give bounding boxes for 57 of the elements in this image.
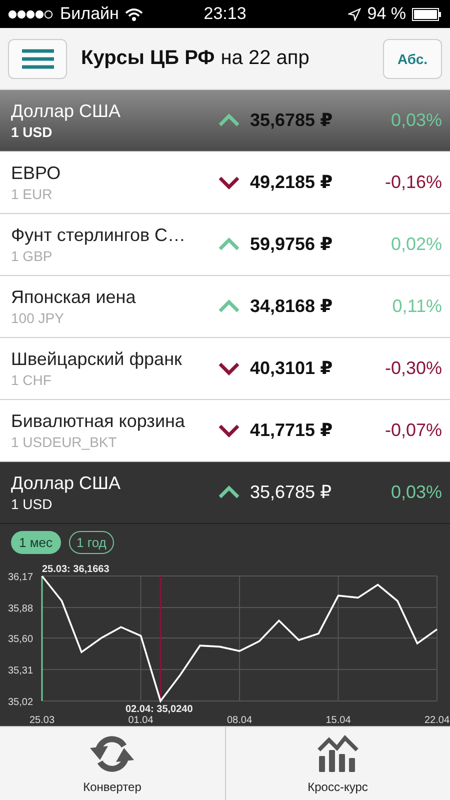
currency-unit: 1 EUR xyxy=(11,186,54,202)
rate-value: 35,6785 ₽ xyxy=(249,110,334,131)
y-tick-label: 35,60 xyxy=(8,634,34,645)
signal-icon xyxy=(8,10,54,18)
period-tab[interactable]: 1 мес xyxy=(11,530,61,554)
currency-name: Доллар США xyxy=(11,101,122,122)
currency-unit: 1 CHF xyxy=(11,372,52,388)
y-tick-label: 35,02 xyxy=(8,697,34,708)
currency-name: ЕВРО xyxy=(11,163,62,184)
absolute-toggle-button[interactable]: Абс. xyxy=(383,38,442,78)
x-tick-label: 08.04 xyxy=(226,715,252,726)
x-tick-label: 15.04 xyxy=(326,715,351,726)
menu-icon xyxy=(22,48,54,68)
currency-name: Японская иена xyxy=(11,287,137,308)
x-tick-label: 01.04 xyxy=(128,715,154,726)
rate-change: 0,03% xyxy=(390,110,442,131)
rate-value: 35,6785 ₽ xyxy=(249,482,333,503)
wifi-icon xyxy=(124,8,143,20)
currency-name: Фунт стерлингов С… xyxy=(11,225,187,246)
screen-title: Курсы ЦБ РФ xyxy=(81,47,215,70)
y-tick-label: 35,88 xyxy=(8,604,34,615)
currency-unit: 1 GBP xyxy=(11,248,54,264)
y-tick-label: 36,17 xyxy=(8,572,34,583)
menu-button[interactable] xyxy=(8,38,67,78)
rate-value: 41,7715 ₽ xyxy=(249,420,334,441)
period-tab[interactable]: 1 год xyxy=(68,530,114,554)
rate-change: 0,02% xyxy=(390,234,442,255)
rate-change: -0,07% xyxy=(384,420,442,441)
rate-change: 0,11% xyxy=(391,296,442,317)
refresh-icon xyxy=(88,734,136,774)
x-tick-label: 22.04 xyxy=(424,715,450,726)
currency-name: Доллар США xyxy=(11,473,122,494)
currency-unit: 100 JPY xyxy=(11,310,65,326)
rate-value: 34,8168 ₽ xyxy=(249,296,334,317)
point-label: 02.04: 35,0240 xyxy=(126,704,193,715)
point-label: 25.03: 36,1663 xyxy=(42,564,110,575)
rate-value: 49,2185 ₽ xyxy=(249,172,334,193)
clock: 23:13 xyxy=(204,4,246,24)
currency-unit: 1 USDEUR_BKT xyxy=(11,434,118,450)
y-tick-label: 35,31 xyxy=(8,665,34,676)
battery-percent: 94 % xyxy=(367,4,406,24)
x-tick-label: 25.03 xyxy=(29,715,55,726)
currency-unit: 1 USD xyxy=(11,496,54,512)
rate-change: -0,16% xyxy=(384,172,442,193)
currency-unit: 1 USD xyxy=(11,124,54,140)
rate-value: 40,3101 ₽ xyxy=(249,358,334,379)
rate-change: 0,03% xyxy=(390,482,442,503)
location-icon xyxy=(348,8,362,20)
rate-value: 59,9756 ₽ xyxy=(249,234,334,255)
carrier-name: Билайн xyxy=(60,4,119,24)
rate-change: -0,30% xyxy=(384,358,442,379)
battery-icon xyxy=(412,8,442,20)
rate-row[interactable]: Доллар США 1 USD 35,6785 ₽ 0,03% xyxy=(0,90,450,152)
date-label: на 22 апр xyxy=(220,47,310,70)
currency-name: Бивалютная корзина xyxy=(11,411,186,432)
bar-chart-icon xyxy=(316,734,360,774)
currency-name: Швейцарский франк xyxy=(11,349,183,370)
